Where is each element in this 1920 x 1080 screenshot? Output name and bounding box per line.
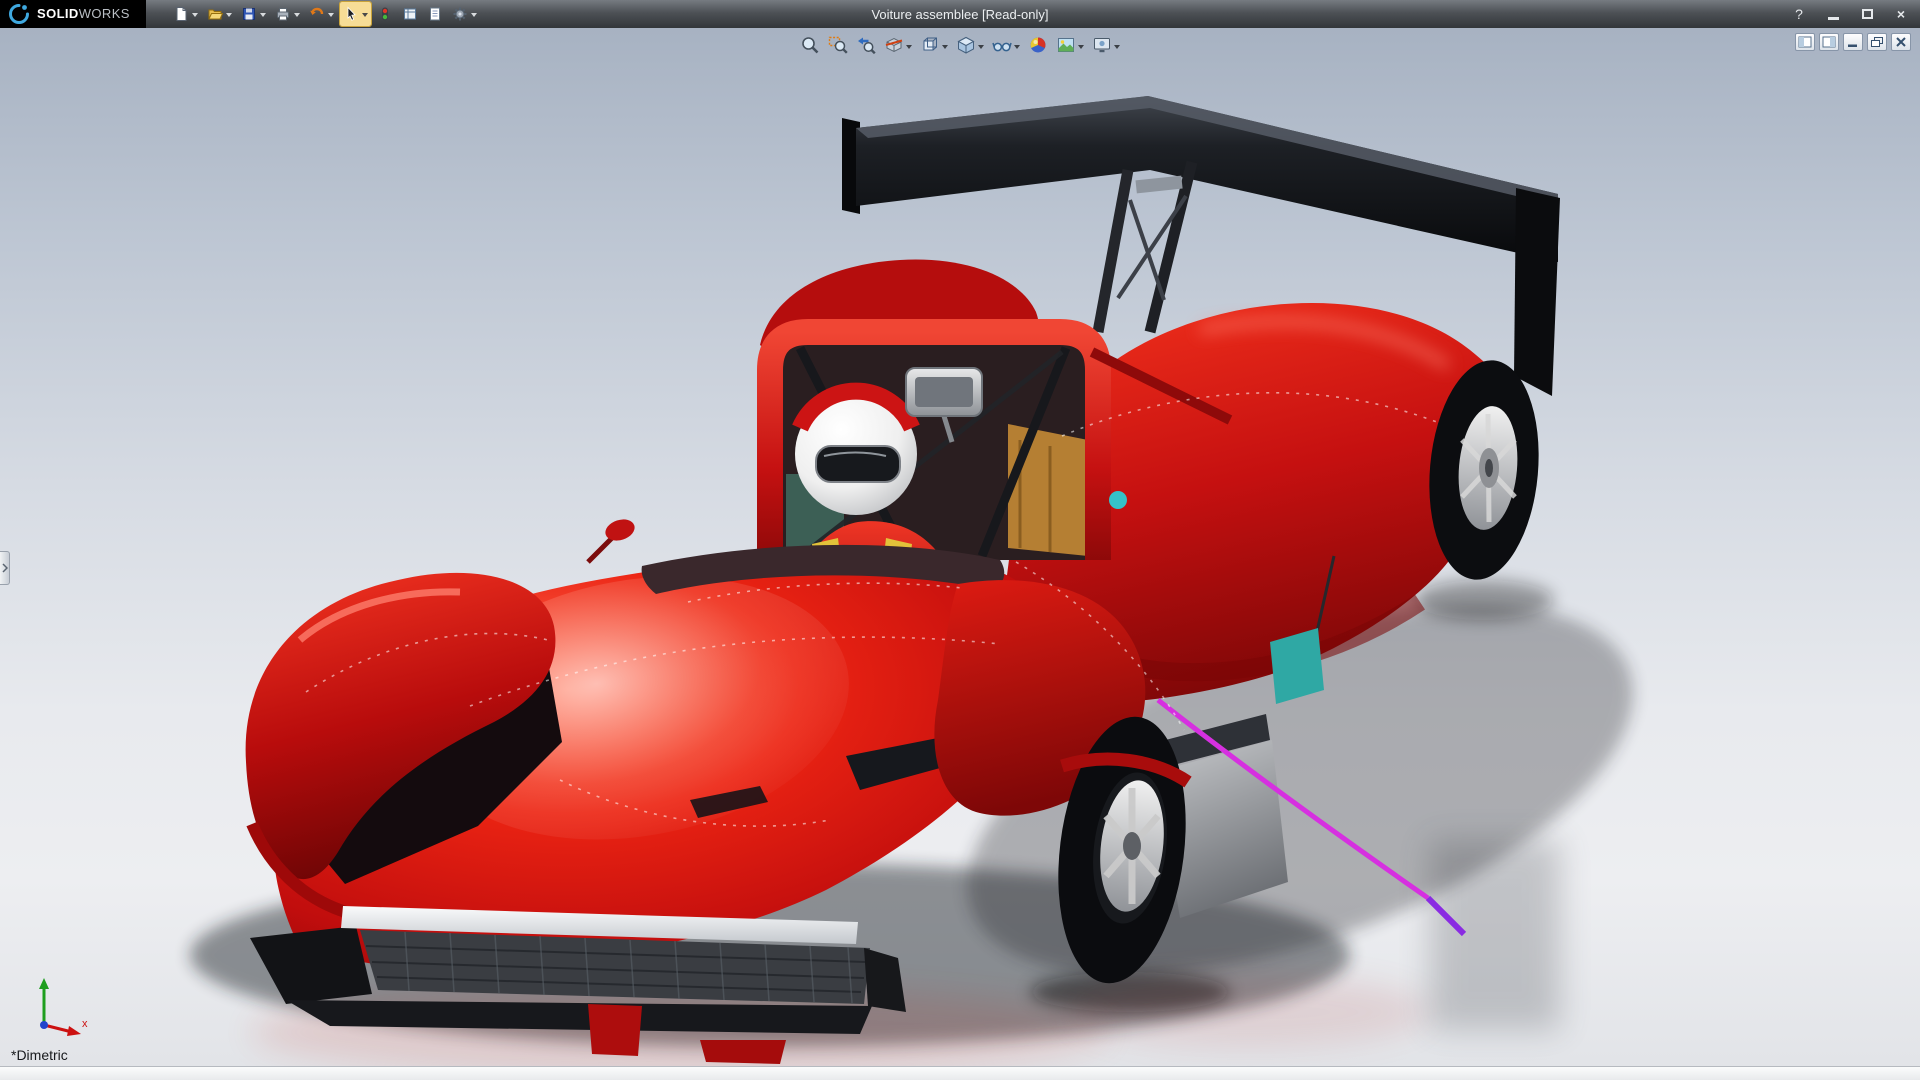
dropdown-caret-icon[interactable]: [978, 44, 984, 52]
edit-appearance-ball-icon: [1030, 37, 1046, 53]
maximize-icon: [1861, 9, 1873, 19]
file-properties-icon: [429, 7, 440, 21]
zoom-to-area-button[interactable]: [826, 34, 850, 56]
dropdown-caret-icon[interactable]: [1114, 44, 1120, 52]
zoom-to-area-icon: [828, 36, 848, 54]
zoom-to-fit-icon: [802, 37, 819, 54]
apply-scene-icon: [1058, 38, 1074, 52]
rebuild-sheet-icon: [403, 8, 416, 20]
view-orientation-label: *Dimetric: [11, 1047, 68, 1063]
zoom-to-fit-button[interactable]: [798, 34, 822, 56]
view-settings-icon: [1094, 38, 1110, 53]
display-style-icon: [957, 36, 975, 54]
solidworks-window: SOLIDWORKS Voiture assemblee [Read-only]…: [0, 0, 1920, 1080]
main-toolbar: [170, 1, 480, 27]
options-button[interactable]: [449, 2, 480, 26]
rebuild-button[interactable]: [399, 2, 421, 26]
dropdown-caret-icon[interactable]: [942, 44, 948, 52]
new-document-icon: [176, 7, 187, 21]
restore-document-button[interactable]: [1867, 33, 1887, 51]
view-orientation-cube-icon: [923, 37, 937, 51]
dropdown-caret-icon[interactable]: [361, 13, 368, 20]
select-cursor-icon: [347, 6, 356, 21]
close-button[interactable]: ×: [1892, 4, 1910, 24]
dropdown-caret-icon[interactable]: [327, 13, 334, 20]
toggle-task-pane-button[interactable]: [1819, 33, 1839, 51]
save-button[interactable]: [238, 2, 269, 26]
undo-button[interactable]: [306, 2, 337, 26]
window-controls: ? ×: [1790, 0, 1910, 28]
save-floppy-icon: [242, 8, 255, 20]
close-document-button[interactable]: [1891, 33, 1911, 51]
minimize-document-icon: [1848, 44, 1857, 47]
file-properties-button[interactable]: [424, 2, 446, 26]
hide-show-glasses-icon: [992, 42, 1012, 52]
brand-text-works: WORKS: [78, 6, 130, 21]
selection-filter-icon: [381, 7, 388, 21]
y-axis-arrow: [39, 978, 49, 989]
toggle-task-pane-icon: [1822, 36, 1836, 48]
select-tool-button[interactable]: [338, 1, 372, 27]
display-style-button[interactable]: [954, 34, 986, 56]
x-axis-arrow: [67, 1026, 81, 1036]
selection-filter-button[interactable]: [374, 2, 396, 26]
help-button[interactable]: ?: [1790, 4, 1808, 24]
options-gear-icon: [453, 7, 467, 21]
dropdown-caret-icon[interactable]: [225, 13, 232, 20]
open-document-button[interactable]: [204, 2, 235, 26]
view-orientation-button[interactable]: [918, 34, 950, 56]
dropdown-caret-icon[interactable]: [906, 44, 912, 52]
featuremanager-collapsed-tab[interactable]: [0, 551, 10, 585]
previous-view-icon: [858, 37, 876, 55]
print-button[interactable]: [272, 2, 303, 26]
z-axis-dot: [40, 1021, 48, 1029]
document-window-controls: [1795, 33, 1911, 51]
dropdown-caret-icon[interactable]: [1078, 44, 1084, 52]
apply-scene-button[interactable]: [1054, 34, 1086, 56]
undo-arrow-icon: [310, 7, 324, 15]
dropdown-caret-icon[interactable]: [470, 13, 477, 20]
window-title: Voiture assemblee [Read-only]: [871, 6, 1049, 22]
close-document-icon: [1896, 37, 1906, 47]
graphics-area[interactable]: x *Dimetric: [0, 28, 1920, 1066]
restore-document-icon: [1871, 37, 1883, 47]
dropdown-caret-icon[interactable]: [191, 13, 198, 20]
view-settings-button[interactable]: [1090, 34, 1122, 56]
section-view-button[interactable]: [882, 34, 914, 56]
maximize-button[interactable]: [1858, 4, 1876, 24]
car-assembly-model[interactable]: [0, 28, 1920, 1066]
edit-appearance-button[interactable]: [1026, 34, 1050, 56]
new-document-button[interactable]: [170, 2, 201, 26]
brand-text-solid: SOLID: [37, 6, 79, 21]
hide-show-items-button[interactable]: [990, 34, 1022, 56]
wing-struts: [1092, 160, 1198, 334]
dropdown-caret-icon[interactable]: [1014, 44, 1020, 52]
open-folder-icon: [208, 9, 223, 20]
print-icon: [276, 8, 289, 21]
section-view-icon: [885, 37, 903, 53]
dassault-systemes-logo-icon: [9, 4, 29, 24]
orientation-triad: x: [14, 975, 92, 1046]
toggle-left-pane-icon: [1798, 36, 1812, 48]
triad-x-label: x: [82, 1018, 88, 1030]
dropdown-caret-icon[interactable]: [259, 13, 266, 20]
minimize-icon: [1827, 17, 1839, 20]
title-bar: SOLIDWORKS Voiture assemblee [Read-only]…: [0, 0, 1920, 28]
solidworks-logo: SOLIDWORKS: [0, 0, 146, 28]
previous-view-button[interactable]: [854, 34, 878, 56]
expand-arrow-icon: [1, 563, 8, 573]
minimize-document-button[interactable]: [1843, 33, 1863, 51]
dropdown-caret-icon[interactable]: [293, 13, 300, 20]
minimize-button[interactable]: [1824, 4, 1842, 24]
status-bar: [0, 1066, 1920, 1080]
toggle-left-pane-button[interactable]: [1795, 33, 1815, 51]
heads-up-view-toolbar: [798, 34, 1122, 56]
